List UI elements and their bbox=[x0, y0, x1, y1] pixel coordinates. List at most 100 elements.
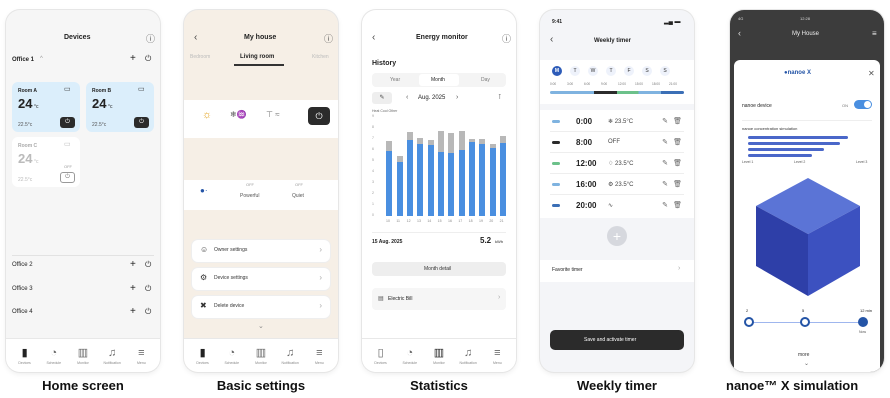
tab-living-room[interactable]: Living room bbox=[240, 54, 274, 60]
bar-other[interactable] bbox=[417, 138, 424, 144]
day-mon[interactable]: M bbox=[552, 66, 562, 76]
bar-other[interactable] bbox=[448, 133, 455, 153]
tab-devices[interactable]: ▮ Devices bbox=[190, 347, 216, 365]
tab-notification[interactable]: ♫ Notification bbox=[455, 347, 481, 365]
tab-notification[interactable]: ♫ Notification bbox=[277, 347, 303, 365]
bar-chart[interactable] bbox=[384, 116, 508, 216]
group-title-office2[interactable]: Office 2 bbox=[12, 262, 33, 268]
help-icon[interactable]: ⓘ bbox=[502, 32, 511, 45]
bar-heat[interactable] bbox=[448, 153, 455, 216]
day-sun[interactable]: S bbox=[660, 66, 670, 76]
menu-icon[interactable]: ≡ bbox=[872, 29, 877, 38]
help-icon[interactable]: ⓘ bbox=[324, 32, 333, 45]
bar-heat[interactable] bbox=[427, 145, 434, 216]
room-card-a[interactable]: Room A ▭ 24 °c 22.5°c ⏻ bbox=[12, 82, 80, 132]
bar-heat[interactable] bbox=[489, 148, 496, 216]
back-icon[interactable]: ‹ bbox=[550, 34, 553, 45]
more-link[interactable]: more bbox=[798, 352, 809, 358]
bar-heat[interactable] bbox=[386, 151, 393, 216]
tab-kitchen[interactable]: Kitchen bbox=[312, 54, 329, 60]
slider-stop[interactable] bbox=[800, 317, 810, 327]
powerful-button[interactable]: Powerful bbox=[240, 193, 259, 199]
help-icon[interactable]: ⓘ bbox=[146, 32, 155, 45]
tab-schedule[interactable]: ◔ Schedule bbox=[41, 347, 67, 365]
back-icon[interactable]: ‹ bbox=[194, 32, 197, 43]
day-sat[interactable]: S bbox=[642, 66, 652, 76]
quiet-button[interactable]: Quiet bbox=[292, 193, 304, 199]
period-year[interactable]: Year bbox=[390, 77, 400, 83]
day-wed[interactable]: W bbox=[588, 66, 598, 76]
timer-entry[interactable]: 0:00 ❄ 23.5°C ✎ 🗑 bbox=[550, 112, 684, 132]
bar-other[interactable] bbox=[386, 141, 393, 151]
device-settings-row[interactable]: ⚙ Device settings › bbox=[192, 268, 330, 290]
day-tue[interactable]: T bbox=[570, 66, 580, 76]
tab-monitor[interactable]: ▥ Monitor bbox=[426, 347, 452, 365]
power-icon[interactable]: ⏻ bbox=[145, 54, 151, 64]
bar-heat[interactable] bbox=[479, 144, 486, 216]
tab-schedule[interactable]: ◔ Schedule bbox=[219, 347, 245, 365]
bar-other[interactable] bbox=[437, 131, 444, 152]
power-icon[interactable]: ⏻ bbox=[145, 307, 151, 317]
bar-other[interactable] bbox=[406, 132, 413, 140]
period-day[interactable]: Day bbox=[481, 77, 490, 83]
group-title-office1[interactable]: Office 1 bbox=[12, 57, 34, 63]
bar-other[interactable] bbox=[427, 140, 434, 145]
tab-monitor[interactable]: ▥ Monitor bbox=[70, 347, 96, 365]
bar-other[interactable] bbox=[458, 131, 465, 150]
thermometer-icon[interactable]: ⊺ bbox=[498, 93, 502, 101]
slider-stop-active[interactable] bbox=[858, 317, 868, 327]
power-button[interactable]: ⏻ bbox=[60, 172, 75, 183]
tab-menu[interactable]: ≡ Menu bbox=[128, 347, 154, 365]
tab-schedule[interactable]: ◔ Schedule bbox=[397, 347, 423, 365]
day-thu[interactable]: T bbox=[606, 66, 616, 76]
close-icon[interactable]: ✕ bbox=[868, 69, 875, 78]
bar-heat[interactable] bbox=[396, 162, 403, 216]
bar-other[interactable] bbox=[499, 136, 506, 143]
day-fri[interactable]: F bbox=[624, 66, 634, 76]
chevron-up-icon[interactable]: ^ bbox=[40, 56, 43, 62]
back-icon[interactable]: ‹ bbox=[738, 28, 741, 38]
power-button[interactable]: ⏻ bbox=[308, 107, 330, 125]
period-month[interactable]: Month bbox=[431, 77, 445, 83]
prev-month-icon[interactable]: ‹ bbox=[406, 94, 408, 101]
timer-entry[interactable]: 20:00 ∿ ✎ 🗑 bbox=[550, 196, 684, 216]
month-detail-label[interactable]: Month detail bbox=[424, 266, 451, 272]
bar-heat[interactable] bbox=[437, 152, 444, 216]
chevron-down-icon[interactable]: ⌄ bbox=[258, 322, 264, 330]
bar-heat[interactable] bbox=[458, 150, 465, 216]
tab-menu[interactable]: ≡ Menu bbox=[484, 347, 510, 365]
owner-settings-row[interactable]: ☺ Owner settings › bbox=[192, 240, 330, 262]
sun-icon[interactable]: ☼ bbox=[202, 109, 212, 121]
add-icon[interactable]: + bbox=[130, 283, 136, 294]
fan-icon[interactable]: ❄♒ bbox=[230, 110, 247, 119]
tab-menu[interactable]: ≡ Menu bbox=[306, 347, 332, 365]
group-title-office4[interactable]: Office 4 bbox=[12, 309, 33, 315]
bar-heat[interactable] bbox=[406, 140, 413, 216]
toggle-view-icon[interactable]: ✎ bbox=[372, 92, 392, 104]
timer-entry[interactable]: 16:00 ⚙ 23.5°C ✎ 🗑 bbox=[550, 175, 684, 195]
tab-notification[interactable]: ♫ Notification bbox=[99, 347, 125, 365]
favorite-timer-label[interactable]: Favorite timer bbox=[552, 267, 583, 273]
nanoe-toggle[interactable] bbox=[854, 100, 872, 109]
save-timer-label[interactable]: Save and activate timer bbox=[584, 337, 636, 343]
room-card-b[interactable]: Room B ▭ 24 °c 22.5°c ⏻ bbox=[86, 82, 154, 132]
slider-stop[interactable] bbox=[744, 317, 754, 327]
bar-heat[interactable] bbox=[499, 143, 506, 216]
tab-bedroom[interactable]: Bedroom bbox=[190, 54, 210, 60]
timer-entry[interactable]: 8:00 OFF ✎ 🗑 bbox=[550, 133, 684, 153]
bar-other[interactable] bbox=[468, 139, 475, 142]
back-icon[interactable]: ‹ bbox=[372, 32, 375, 43]
bar-other[interactable] bbox=[489, 144, 496, 148]
electric-bill-label[interactable]: Electric Bill bbox=[388, 296, 412, 302]
bar-other[interactable] bbox=[396, 156, 403, 162]
add-icon[interactable]: + bbox=[130, 53, 136, 64]
add-timer-button[interactable]: + bbox=[607, 226, 627, 246]
bar-other[interactable] bbox=[479, 139, 486, 144]
power-icon[interactable]: ⏻ bbox=[145, 284, 151, 294]
chevron-down-icon[interactable]: ⌄ bbox=[804, 360, 809, 367]
swing-icon[interactable]: ⊤ ≈ bbox=[266, 110, 280, 119]
power-button[interactable]: ⏻ bbox=[134, 117, 149, 128]
tab-devices[interactable]: ▮ Devices bbox=[12, 347, 38, 365]
next-month-icon[interactable]: › bbox=[456, 94, 458, 101]
power-icon[interactable]: ⏻ bbox=[145, 260, 151, 270]
